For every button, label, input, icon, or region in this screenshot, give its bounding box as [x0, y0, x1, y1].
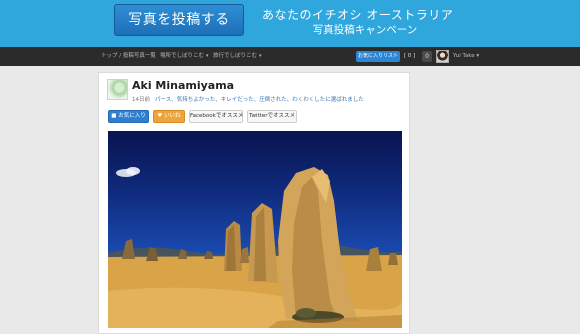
- post-caption[interactable]: パース、気持ちよかった、キレイだった、圧倒された、わくわくしたに選ばれました: [155, 95, 364, 103]
- post-photo[interactable]: [108, 131, 402, 328]
- nav-filter-by-trip[interactable]: 旅行でしぼりこむ ▾: [213, 47, 262, 66]
- author-name[interactable]: Aki Minamiyama: [132, 79, 234, 92]
- pinnacles-desert-photo: [108, 167, 402, 328]
- chevron-down-icon: ▾: [259, 53, 262, 59]
- user-menu[interactable]: Yui Take ▾: [453, 47, 479, 66]
- favorite-button[interactable]: ■ お気に入り: [108, 110, 149, 123]
- like-button[interactable]: ♥ いいね: [153, 110, 185, 123]
- twitter-share-button[interactable]: Twitterでオススメ: [247, 110, 297, 123]
- chevron-down-icon: ▾: [206, 53, 209, 59]
- campaign-subtitle: 写真投稿キャンペーン: [312, 24, 418, 36]
- campaign-title: あなたのイチオシ オーストラリア: [262, 8, 454, 22]
- author-avatar[interactable]: [107, 79, 128, 100]
- post-photo-button[interactable]: 写真を投稿する: [114, 4, 244, 36]
- post-time: 14日前: [132, 97, 150, 103]
- facebook-share-button[interactable]: Facebookでオススメ: [189, 110, 243, 123]
- campaign-banner: 写真を投稿する あなたのイチオシ オーストラリア 写真投稿キャンペーン: [0, 0, 580, 47]
- favorites-count: [ 0 ]: [403, 53, 416, 59]
- favorites-list-button[interactable]: お気に入りリスト: [356, 51, 400, 62]
- nav-top-photo-list[interactable]: トップ / 投稿写真一覧: [101, 47, 156, 66]
- notification-badge[interactable]: 0: [422, 51, 432, 62]
- nav-filter-by-place[interactable]: 場所でしぼりこむ ▾: [160, 47, 209, 66]
- top-navbar: トップ / 投稿写真一覧 場所でしぼりこむ ▾ 旅行でしぼりこむ ▾ お気に入りリス…: [0, 47, 580, 66]
- user-avatar[interactable]: [436, 50, 449, 63]
- post-card: Aki Minamiyama 14日前 パース、気持ちよかった、キレイだった、圧…: [98, 72, 410, 334]
